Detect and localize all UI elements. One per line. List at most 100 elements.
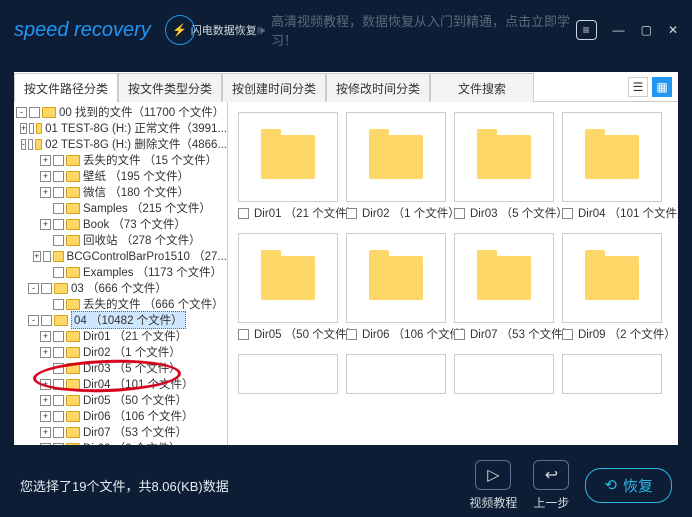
folder-card[interactable] (454, 354, 554, 394)
checkbox[interactable] (53, 187, 64, 198)
tutorial-hint[interactable]: 🕪 高清视频教程，数据恢复从入门到精通，点击立即学习！ (257, 11, 576, 49)
expand-icon[interactable]: + (20, 123, 27, 134)
folder-card[interactable]: Dir04 （101 个文件） (562, 112, 662, 221)
tree-node[interactable]: +Dir04 （101 个文件） (14, 376, 227, 392)
file-tree[interactable]: -00 找到的文件（11700 个文件）+01 TEST-8G (H:) 正常文… (14, 102, 228, 445)
file-grid[interactable]: Dir01 （21 个文件）Dir02 （1 个文件）Dir03 （5 个文件）… (228, 102, 678, 445)
expand-icon[interactable]: + (40, 331, 51, 342)
tree-node[interactable]: +微信 （180 个文件） (14, 184, 227, 200)
tree-node[interactable]: -03 （666 个文件） (14, 280, 227, 296)
menu-button[interactable]: ≡ (576, 20, 597, 40)
checkbox[interactable] (562, 329, 573, 340)
tree-label: 02 TEST-8G (H:) 删除文件（4866... (45, 136, 227, 152)
checkbox[interactable] (53, 155, 64, 166)
tree-node[interactable]: +Dir02 （1 个文件） (14, 344, 227, 360)
checkbox[interactable] (53, 411, 64, 422)
tree-node[interactable]: Examples （1173 个文件） (14, 264, 227, 280)
checkbox[interactable] (43, 251, 51, 262)
expand-icon[interactable]: - (28, 283, 39, 294)
checkbox[interactable] (238, 208, 249, 219)
folder-card[interactable]: Dir01 （21 个文件） (238, 112, 338, 221)
folder-card[interactable]: Dir05 （50 个文件） (238, 233, 338, 342)
expand-icon[interactable]: + (40, 411, 51, 422)
checkbox[interactable] (53, 347, 64, 358)
tab-created[interactable]: 按创建时间分类 (222, 73, 326, 102)
tree-node[interactable]: +Dir01 （21 个文件） (14, 328, 227, 344)
recover-button[interactable]: ⟲ 恢复 (585, 468, 672, 503)
expand-icon[interactable]: + (33, 251, 41, 262)
tree-node[interactable]: +Dir09 （2 个文件） (14, 440, 227, 445)
folder-card[interactable]: Dir07 （53 个文件） (454, 233, 554, 342)
checkbox[interactable] (53, 395, 64, 406)
tree-node[interactable]: +BCGControlBarPro1510 （27... (14, 248, 227, 264)
checkbox[interactable] (41, 283, 52, 294)
expand-icon[interactable]: + (40, 171, 51, 182)
expand-icon[interactable]: + (40, 155, 51, 166)
expand-icon[interactable]: - (28, 315, 39, 326)
close-button[interactable]: ✕ (668, 23, 678, 37)
tab-path[interactable]: 按文件路径分类 (14, 73, 118, 102)
checkbox[interactable] (53, 331, 64, 342)
checkbox[interactable] (53, 427, 64, 438)
tree-node[interactable]: +壁纸 （195 个文件） (14, 168, 227, 184)
checkbox[interactable] (53, 219, 64, 230)
folder-card[interactable] (562, 354, 662, 394)
checkbox[interactable] (29, 107, 40, 118)
tab-type[interactable]: 按文件类型分类 (118, 73, 222, 102)
folder-card[interactable]: Dir06 （106 个文件） (346, 233, 446, 342)
expand-icon[interactable]: + (40, 395, 51, 406)
checkbox[interactable] (562, 208, 573, 219)
checkbox[interactable] (346, 329, 357, 340)
checkbox[interactable] (53, 235, 64, 246)
tree-node[interactable]: 丢失的文件 （666 个文件） (14, 296, 227, 312)
tree-node[interactable]: - 02 TEST-8G (H:) 删除文件（4866... (14, 136, 227, 152)
folder-card[interactable]: Dir09 （2 个文件） (562, 233, 662, 342)
checkbox[interactable] (53, 363, 64, 374)
expand-icon[interactable]: + (40, 347, 51, 358)
checkbox[interactable] (29, 123, 34, 134)
expand-icon[interactable]: + (40, 443, 51, 446)
checkbox[interactable] (454, 329, 465, 340)
minimize-button[interactable]: — (613, 23, 625, 37)
maximize-button[interactable]: ▢ (641, 23, 652, 37)
tree-node[interactable]: +Book （73 个文件） (14, 216, 227, 232)
checkbox[interactable] (53, 443, 64, 446)
view-list-icon[interactable]: ☰ (628, 77, 648, 97)
tree-node[interactable]: -04 （10482 个文件） (14, 312, 227, 328)
expand-icon[interactable]: - (16, 107, 27, 118)
checkbox[interactable] (41, 315, 52, 326)
expand-icon[interactable]: + (40, 219, 51, 230)
expand-icon[interactable]: + (40, 379, 51, 390)
prev-step-button[interactable]: ↩ 上一步 (533, 460, 569, 511)
checkbox[interactable] (53, 299, 64, 310)
video-tutorial-button[interactable]: ▷ 视频教程 (469, 460, 517, 511)
checkbox[interactable] (238, 329, 249, 340)
folder-icon (261, 135, 315, 179)
tree-node[interactable]: +Dir06 （106 个文件） (14, 408, 227, 424)
expand-icon[interactable]: + (40, 187, 51, 198)
checkbox[interactable] (28, 139, 33, 150)
folder-card[interactable]: Dir02 （1 个文件） (346, 112, 446, 221)
tree-node[interactable]: -00 找到的文件（11700 个文件） (14, 104, 227, 120)
folder-card[interactable] (238, 354, 338, 394)
tree-node[interactable]: 回收站 （278 个文件） (14, 232, 227, 248)
tree-node[interactable]: +Dir05 （50 个文件） (14, 392, 227, 408)
checkbox[interactable] (454, 208, 465, 219)
folder-card[interactable] (346, 354, 446, 394)
expand-icon[interactable]: - (21, 139, 26, 150)
checkbox[interactable] (53, 379, 64, 390)
tree-node[interactable]: +丢失的文件 （15 个文件） (14, 152, 227, 168)
tree-node[interactable]: +Dir07 （53 个文件） (14, 424, 227, 440)
tree-node[interactable]: Samples （215 个文件） (14, 200, 227, 216)
tab-search[interactable]: 文件搜索 (430, 73, 534, 102)
expand-icon[interactable]: + (40, 427, 51, 438)
view-grid-icon[interactable]: ▦ (652, 77, 672, 97)
tree-node[interactable]: +01 TEST-8G (H:) 正常文件（3991... (14, 120, 227, 136)
tab-modified[interactable]: 按修改时间分类 (326, 73, 430, 102)
tree-node[interactable]: Dir03 （5 个文件） (14, 360, 227, 376)
checkbox[interactable] (346, 208, 357, 219)
checkbox[interactable] (53, 267, 64, 278)
folder-card[interactable]: Dir03 （5 个文件） (454, 112, 554, 221)
checkbox[interactable] (53, 171, 64, 182)
checkbox[interactable] (53, 203, 64, 214)
